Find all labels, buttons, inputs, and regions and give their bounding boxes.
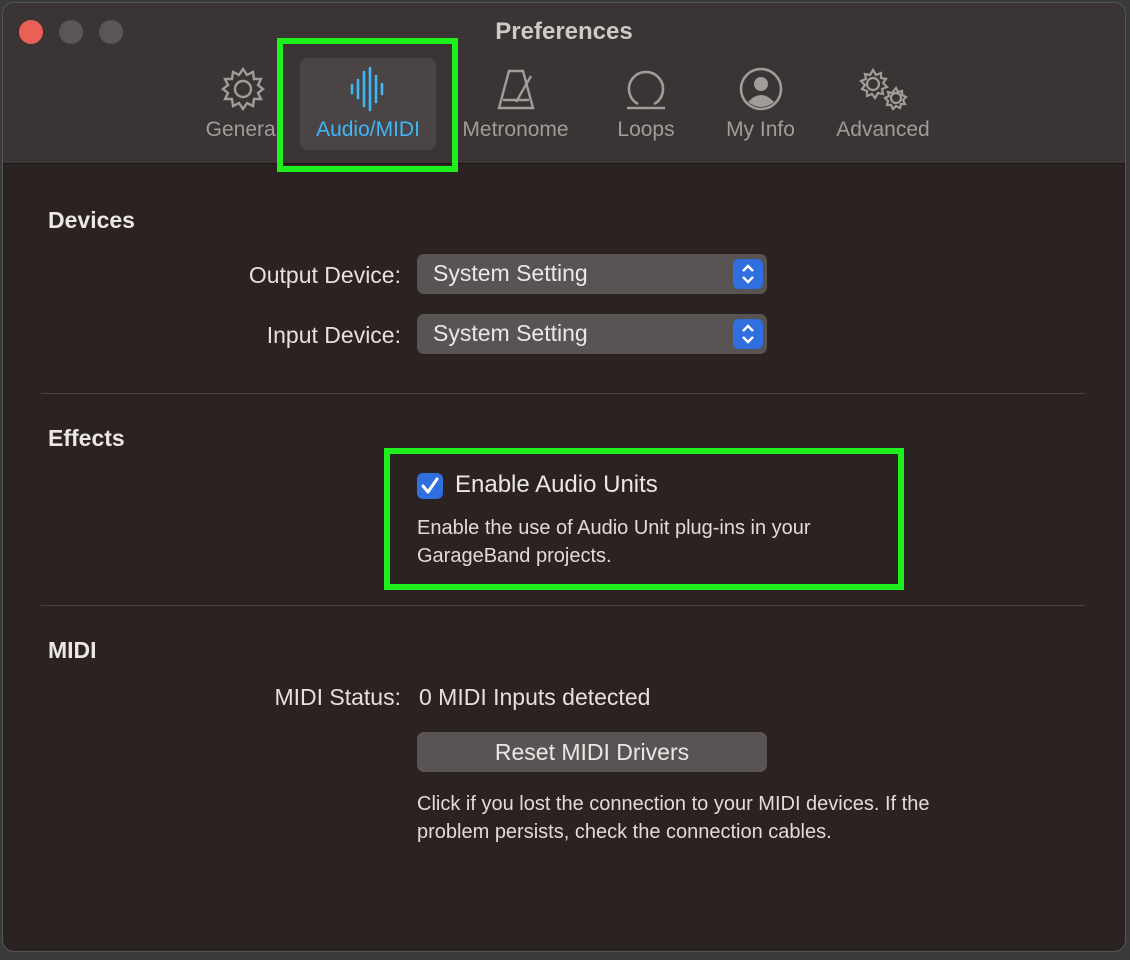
person-icon (739, 67, 782, 111)
tab-advanced[interactable]: Advanced (828, 58, 938, 150)
tab-advanced-label: Advanced (836, 118, 930, 141)
tab-metronome[interactable]: Metronome (453, 58, 578, 150)
section-divider (41, 393, 1085, 394)
tab-loops-label: Loops (617, 118, 675, 141)
midi-reset-note-line: problem persists, check the connection c… (417, 821, 832, 843)
metronome-icon (496, 69, 535, 110)
midi-status-label: MIDI Status: (274, 684, 401, 710)
tab-loops[interactable]: Loops (601, 58, 691, 150)
input-device-label: Input Device: (266, 322, 401, 348)
effects-section-title: Effects (48, 425, 125, 451)
output-device-popup[interactable]: System Setting (417, 254, 767, 294)
devices-section-title: Devices (48, 207, 135, 233)
tab-metronome-label: Metronome (462, 118, 569, 141)
tab-my-info-label: My Info (726, 118, 795, 141)
window-title: Preferences (495, 18, 633, 45)
input-device-popup[interactable]: System Setting (417, 314, 767, 354)
tab-my-info[interactable]: My Info (713, 58, 808, 150)
gear-icon (221, 66, 265, 112)
popup-stepper-icon (733, 319, 763, 349)
midi-reset-note-line: Click if you lost the connection to your… (417, 793, 930, 815)
reset-midi-drivers-button[interactable]: Reset MIDI Drivers (417, 732, 767, 772)
popup-stepper-icon (733, 259, 763, 289)
toolbar: Preferences General Audio/MIDI Metronome… (3, 3, 1125, 164)
midi-reset-note: Click if you lost the connection to your… (417, 790, 929, 846)
highlight-box-enable-audio-units (384, 448, 904, 590)
output-device-value: System Setting (433, 260, 588, 286)
loop-icon (627, 70, 665, 110)
section-divider (41, 605, 1085, 606)
highlight-box-audio-midi-tab (277, 38, 458, 172)
input-device-value: System Setting (433, 320, 588, 346)
gears-icon (859, 67, 908, 111)
midi-section-title: MIDI (48, 637, 97, 663)
midi-status-value: 0 MIDI Inputs detected (419, 684, 651, 710)
output-device-label: Output Device: (248, 262, 401, 288)
